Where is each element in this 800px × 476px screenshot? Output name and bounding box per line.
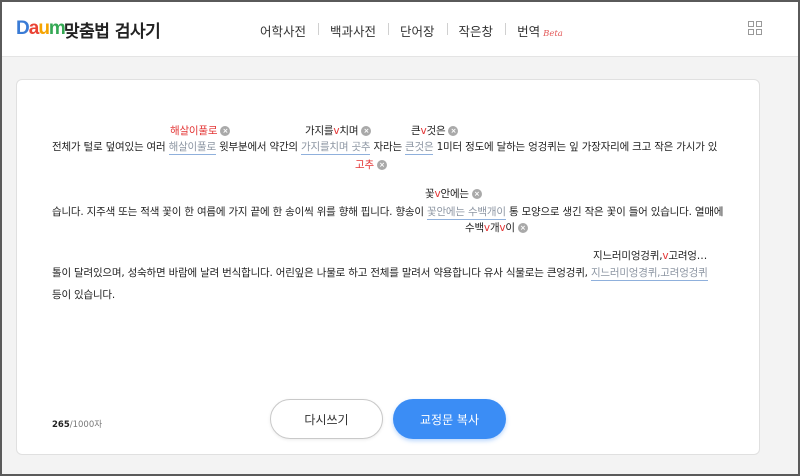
suggestion-3[interactable]: 큰v것은 × <box>411 123 459 138</box>
beta-badge: Beta <box>543 29 563 39</box>
close-icon[interactable]: × <box>361 126 372 136</box>
text-line-3[interactable]: 톨이 달려있으며, 성숙하면 바람에 날려 번식합니다. 어린잎은 나물로 하고… <box>52 265 708 281</box>
reset-button[interactable]: 다시쓰기 <box>270 399 383 439</box>
suggestion-1[interactable]: 해살이풀로 × <box>170 123 231 138</box>
close-icon[interactable]: × <box>517 223 528 233</box>
suggestion-4-alt[interactable]: 수백v개v이 × <box>465 220 528 235</box>
top-nav: 어학사전 백과사전 단어장 작은창 번역 Beta <box>248 21 575 40</box>
error-word[interactable]: 꽃안에는 수백개이 <box>426 206 506 220</box>
close-icon[interactable]: × <box>448 126 459 136</box>
daum-logo[interactable]: Daum <box>16 19 66 39</box>
error-word[interactable]: 해살이풀로 <box>168 141 216 155</box>
suggestion-2-alt[interactable]: 고추 × <box>355 157 387 172</box>
apps-grid-icon[interactable] <box>748 21 762 35</box>
suggestion-2[interactable]: 가지를v치며 × <box>305 123 372 138</box>
editor-card: 해살이풀로 × 가지를v치며 × 큰v것은 × 전체가 털로 덮여있는 여러 해살이풀… <box>16 79 760 455</box>
app-header: Daum 맞춤법 검사기 어학사전 백과사전 단어장 작은창 번역 Beta <box>2 2 798 57</box>
char-counter: 265/1000자 <box>52 418 102 430</box>
text-line-2[interactable]: 습니다. 지주색 또는 적색 꽃이 한 여름에 가지 끝에 한 송이씩 위를 향… <box>52 204 723 220</box>
nav-translate-label: 번역 <box>517 24 541 39</box>
suggestion-5[interactable]: 지느러미엉겅퀴,v고려엉… <box>593 248 707 263</box>
nav-encyclopedia[interactable]: 백과사전 <box>318 21 388 40</box>
close-icon[interactable]: × <box>220 126 231 136</box>
error-word[interactable]: 가지를치며 곳추 <box>301 141 371 155</box>
copy-corrected-button[interactable]: 교정문 복사 <box>393 399 506 439</box>
char-count-current: 265 <box>52 420 70 430</box>
close-icon[interactable]: × <box>471 189 482 199</box>
char-count-max: /1000자 <box>69 420 103 430</box>
error-word[interactable]: 큰것은 <box>405 141 434 155</box>
text-line-1[interactable]: 전체가 털로 덮여있는 여러 해살이풀로 윗부분에서 약간의 가지를치며 곳추 … <box>52 139 717 155</box>
text-line-4[interactable]: 등이 있습니다. <box>52 287 115 302</box>
service-title[interactable]: 맞춤법 검사기 <box>64 17 161 42</box>
nav-translate[interactable]: 번역 Beta <box>505 21 575 40</box>
nav-dictionary[interactable]: 어학사전 <box>248 21 318 40</box>
close-icon[interactable]: × <box>376 160 387 170</box>
nav-mini-window[interactable]: 작은창 <box>446 21 506 40</box>
suggestion-4[interactable]: 꽃v안에는 × <box>425 186 482 201</box>
nav-wordbook[interactable]: 단어장 <box>388 21 447 40</box>
error-word[interactable]: 지느러미엉경퀴,고려엉겅퀴 <box>590 267 708 281</box>
